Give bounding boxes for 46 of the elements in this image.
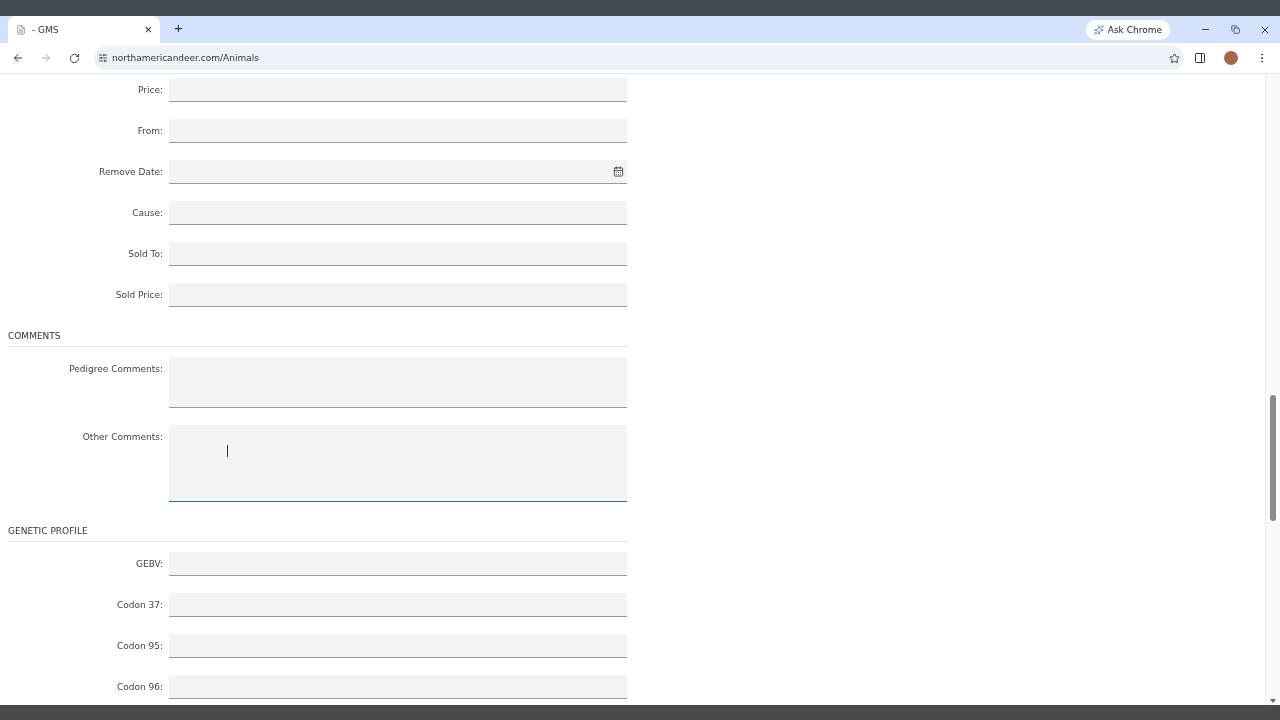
field-label: Sold To:: [127, 248, 163, 261]
bookmark-star-icon[interactable]: [1169, 52, 1180, 64]
input-field[interactable]: [169, 634, 627, 658]
field-label: Codon 95:: [115, 640, 163, 653]
field-label: GEBV:: [135, 558, 163, 571]
new-tab-button[interactable]: +: [168, 18, 189, 37]
input-field[interactable]: [169, 552, 627, 576]
browser-tab[interactable]: - GMS ×: [8, 16, 160, 43]
side-panel-icon: [1194, 52, 1206, 64]
scrollbar[interactable]: [1265, 74, 1280, 705]
field-label: Codon 37:: [115, 599, 163, 612]
input-field[interactable]: [169, 119, 627, 143]
field-label: Remove Date:: [98, 166, 163, 179]
field-label: Cause:: [131, 207, 163, 220]
input-field[interactable]: [169, 201, 627, 225]
input-field[interactable]: [169, 78, 627, 102]
field-label: Pedigree Comments:: [68, 363, 163, 376]
section-title: COMMENTS: [8, 330, 62, 343]
input-field[interactable]: [169, 675, 627, 699]
restore-icon: [1230, 25, 1240, 34]
tab-title: - GMS: [32, 24, 60, 35]
field-label: Other Comments:: [81, 431, 163, 444]
profile-avatar[interactable]: [1224, 51, 1238, 65]
reload-icon: [68, 52, 80, 64]
input-field[interactable]: [169, 160, 627, 184]
calendar-icon[interactable]: [613, 166, 624, 177]
site-settings-icon[interactable]: [98, 53, 108, 63]
page-icon: [16, 24, 26, 35]
textarea-field[interactable]: [169, 357, 627, 408]
field-label: From:: [136, 125, 163, 138]
sparkle-icon: [1093, 24, 1104, 35]
field-label: Price:: [137, 84, 163, 97]
section-title: GENETIC PROFILE: [8, 525, 89, 538]
forward-arrow-icon: [40, 52, 52, 64]
input-field[interactable]: [169, 283, 627, 307]
back-arrow-icon: [12, 52, 24, 64]
address-bar[interactable]: northamericandeer.com/Animals: [94, 46, 1184, 70]
input-field[interactable]: [169, 593, 627, 617]
field-label: Codon 96:: [115, 681, 163, 694]
textarea-field[interactable]: [169, 425, 627, 502]
url-text: northamericandeer.com/Animals: [112, 53, 260, 63]
ask-button[interactable]: Ask Chrome: [1085, 19, 1170, 40]
close-tab-button[interactable]: ×: [142, 23, 154, 36]
field-label: Sold Price:: [114, 289, 163, 302]
input-field[interactable]: [169, 242, 627, 266]
scrollbar-thumb[interactable]: [1270, 395, 1276, 521]
